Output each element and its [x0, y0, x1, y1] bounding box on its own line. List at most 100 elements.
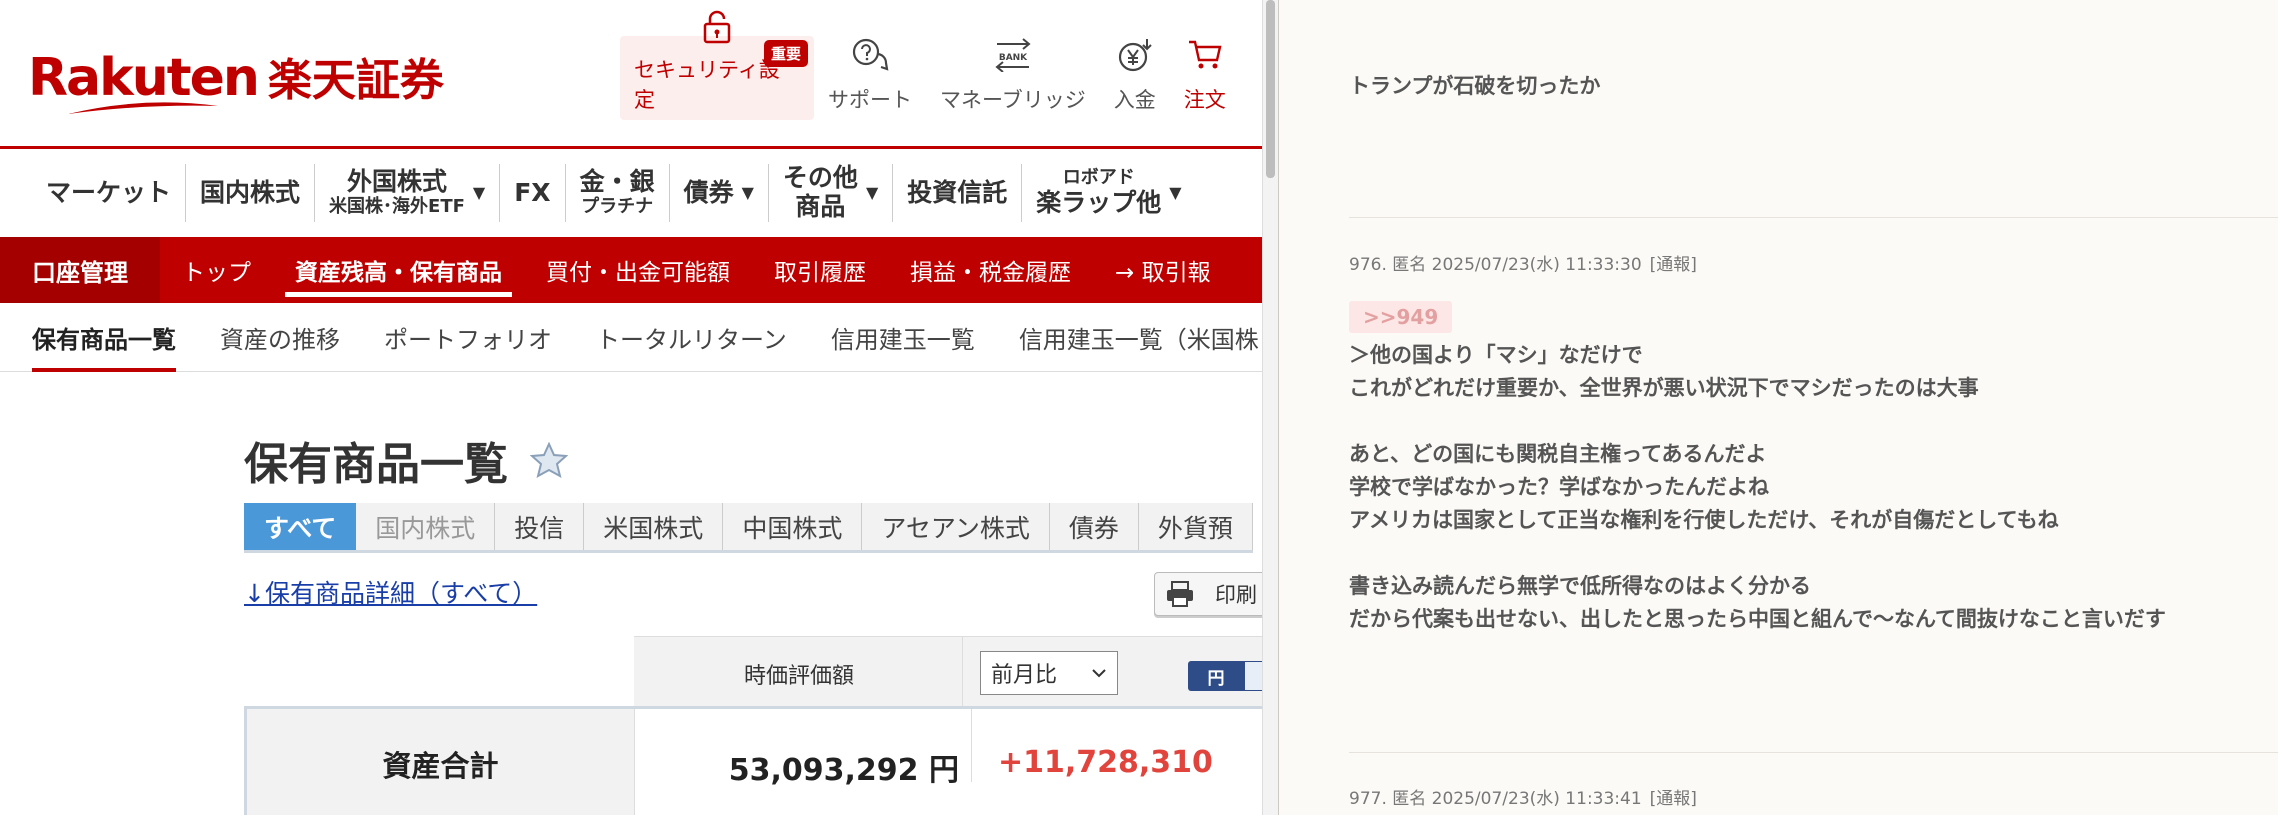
post-977-report-link[interactable]: [通報]	[1650, 789, 1697, 809]
subnav-portfolio[interactable]: ポートフォリオ	[384, 304, 552, 372]
subnav-asset-trend[interactable]: 資産の推移	[220, 304, 340, 372]
nav-other-sub: 商品	[795, 192, 846, 221]
nav-bonds-label: 債券	[683, 177, 734, 207]
post-976-meta: 976. 匿名 2025/07/23(水) 11:33:30 [通報]	[1349, 250, 1697, 275]
tab-investment-trusts[interactable]: 投信	[495, 503, 585, 550]
printer-icon	[1167, 581, 1193, 607]
tab-china-stocks[interactable]: 中国株式	[723, 503, 863, 550]
subnav-total-return[interactable]: トータルリターン	[596, 304, 787, 372]
logo-swoosh-icon	[68, 102, 218, 114]
total-assets-value: 53,093,292 円	[728, 753, 959, 788]
tab-asean-stocks[interactable]: アセアン株式	[862, 503, 1050, 550]
subnav-margin-positions[interactable]: 信用建玉一覧	[831, 304, 975, 372]
nav-gold-silver-sub: プラチナ	[581, 196, 654, 218]
nav-market-label: マーケット	[46, 177, 172, 207]
account-nav-trade-history[interactable]: 取引履歴	[752, 237, 888, 303]
important-badge: 重要	[763, 40, 808, 67]
previous-post-body: トランプが石破を切ったか	[1349, 74, 1601, 98]
market-value-header: 時価評価額	[744, 664, 855, 689]
currency-other-option[interactable]	[1244, 661, 1262, 691]
security-settings-button[interactable]: 重要 セキュリティ設定	[620, 10, 814, 120]
main-nav: マーケット 国内株式 外国株式 米国株･海外ETF ▼ FX 金・銀 プラチナ 債券 ▼…	[32, 152, 1196, 234]
print-button[interactable]: 印刷	[1154, 572, 1262, 616]
nav-fx[interactable]: FX	[500, 164, 566, 222]
chevron-down-icon	[1092, 669, 1106, 678]
deposit-button[interactable]: 入金	[1100, 36, 1170, 120]
product-filter-tabs: すべて 国内株式 投信 米国株式 中国株式 アセアン株式 債券 外貨預	[244, 503, 1253, 553]
nav-foreign-stocks[interactable]: 外国株式 米国株･海外ETF ▼	[315, 164, 501, 222]
cart-icon	[1185, 36, 1225, 74]
chevron-down-icon: ▼	[1169, 182, 1182, 202]
nav-foreign-stocks-sub: 米国株･海外ETF	[329, 196, 465, 218]
account-nav-top[interactable]: トップ	[160, 237, 273, 303]
header-divider	[962, 637, 963, 707]
nav-other-products[interactable]: その他 商品 ▼	[769, 163, 894, 222]
post-976-report-link[interactable]: [通報]	[1650, 255, 1697, 275]
header-divider	[0, 146, 1262, 149]
nav-robo-sub: 楽ラップ他	[1036, 187, 1162, 217]
tab-foreign-deposits[interactable]: 外貨預	[1138, 503, 1253, 550]
broker-pane: Rakuten 楽天証券 重要 セキュリティ設定 サポート BANK マネーブリッ…	[0, 0, 1262, 815]
post-976-header: 976. 匿名 2025/07/23(水) 11:33:30	[1349, 255, 1642, 275]
nav-fx-label: FX	[514, 177, 551, 207]
nav-market[interactable]: マーケット	[32, 164, 187, 222]
account-nav-assets-holdings[interactable]: 資産残高・保有商品	[273, 237, 524, 303]
account-management-title[interactable]: 口座管理	[0, 237, 160, 303]
order-label: 注文	[1183, 88, 1226, 112]
bank-transfer-icon: BANK	[993, 36, 1033, 74]
chevron-down-icon: ▼	[865, 182, 879, 202]
left-pane-scrollbar[interactable]	[1262, 0, 1278, 815]
logo-text-jp: 楽天証券	[267, 55, 444, 106]
money-bridge-button[interactable]: BANK マネーブリッジ	[926, 36, 1100, 120]
currency-yen-option[interactable]: 円	[1188, 661, 1244, 691]
tab-bonds[interactable]: 債券	[1049, 503, 1139, 550]
logo-text-en: Rakuten	[28, 48, 260, 108]
order-button[interactable]: 注文	[1170, 36, 1240, 120]
nav-domestic-stocks[interactable]: 国内株式	[186, 164, 316, 222]
valuation-table-header: 時価評価額 前月比 円	[634, 636, 1262, 707]
tab-domestic-stocks[interactable]: 国内株式	[356, 503, 496, 550]
yen-deposit-icon	[1115, 36, 1155, 74]
post-977-header: 977. 匿名 2025/07/23(水) 11:33:41	[1349, 789, 1642, 809]
nav-robo-advisor[interactable]: ロボアド 楽ラップ他 ▼	[1022, 164, 1195, 222]
money-bridge-label: マネーブリッジ	[940, 88, 1086, 112]
scrollbar-thumb[interactable]	[1266, 0, 1275, 178]
account-nav-buying-power[interactable]: 買付・出金可能額	[524, 237, 752, 303]
nav-robo-label: ロボアド	[1062, 167, 1135, 189]
nav-gold-silver[interactable]: 金・銀 プラチナ	[566, 164, 670, 222]
tab-us-stocks[interactable]: 米国株式	[584, 503, 724, 550]
subnav-holdings-list[interactable]: 保有商品一覧	[32, 304, 176, 372]
chevron-down-icon: ▼	[472, 182, 486, 202]
total-assets-cells: 53,093,292 円 +11,728,310	[634, 709, 1213, 815]
account-nav-trade-report[interactable]: → 取引報	[1093, 237, 1233, 303]
nav-domestic-stocks-label: 国内株式	[200, 177, 301, 207]
holdings-detail-link[interactable]: ↓保有商品詳細（すべて）	[244, 574, 537, 610]
currency-toggle[interactable]: 円	[1188, 661, 1262, 691]
account-nav: 口座管理 トップ 資産残高・保有商品 買付・出金可能額 取引履歴 損益・税金履歴…	[0, 237, 1262, 303]
post-separator	[1349, 217, 2278, 218]
svg-text:BANK: BANK	[999, 53, 1028, 63]
account-nav-pl-tax[interactable]: 損益・税金履歴	[888, 237, 1093, 303]
post-976-body: ＞他の国より「マシ」なだけで これがどれだけ重要か、全世界が悪い状況下でマシだっ…	[1349, 343, 2166, 631]
total-assets-label: 資産合計	[244, 709, 634, 815]
nav-other-label: その他	[782, 163, 858, 193]
nav-gold-silver-label: 金・銀	[579, 167, 655, 197]
chevron-down-icon: ▼	[741, 182, 754, 202]
tab-all[interactable]: すべて	[244, 503, 357, 550]
nav-bonds[interactable]: 債券 ▼	[670, 164, 769, 222]
post-977-meta: 977. 匿名 2025/07/23(水) 11:33:41 [通報]	[1349, 784, 1697, 809]
compare-period-value: 前月比	[991, 663, 1058, 688]
rakuten-logo[interactable]: Rakuten 楽天証券	[28, 48, 444, 118]
nav-investment-trusts[interactable]: 投資信託	[893, 164, 1023, 222]
chat-support-icon	[850, 36, 890, 74]
compare-period-select[interactable]: 前月比	[980, 651, 1118, 695]
print-label: 印刷	[1215, 583, 1257, 607]
nav-investment-trusts-label: 投資信託	[907, 177, 1008, 207]
subnav-margin-positions-us[interactable]: 信用建玉一覧（米国株	[1019, 304, 1259, 372]
header-icon-bar: 重要 セキュリティ設定 サポート BANK マネーブリッジ 入金 注文	[620, 10, 1240, 120]
forum-pane: トランプが石破を切ったか 976. 匿名 2025/07/23(水) 11:33…	[1279, 0, 2278, 815]
reply-anchor-link[interactable]: >>949	[1349, 301, 1453, 333]
post-separator	[1349, 752, 2278, 753]
support-button[interactable]: サポート	[814, 36, 926, 120]
favorite-star-icon[interactable]	[530, 442, 568, 478]
